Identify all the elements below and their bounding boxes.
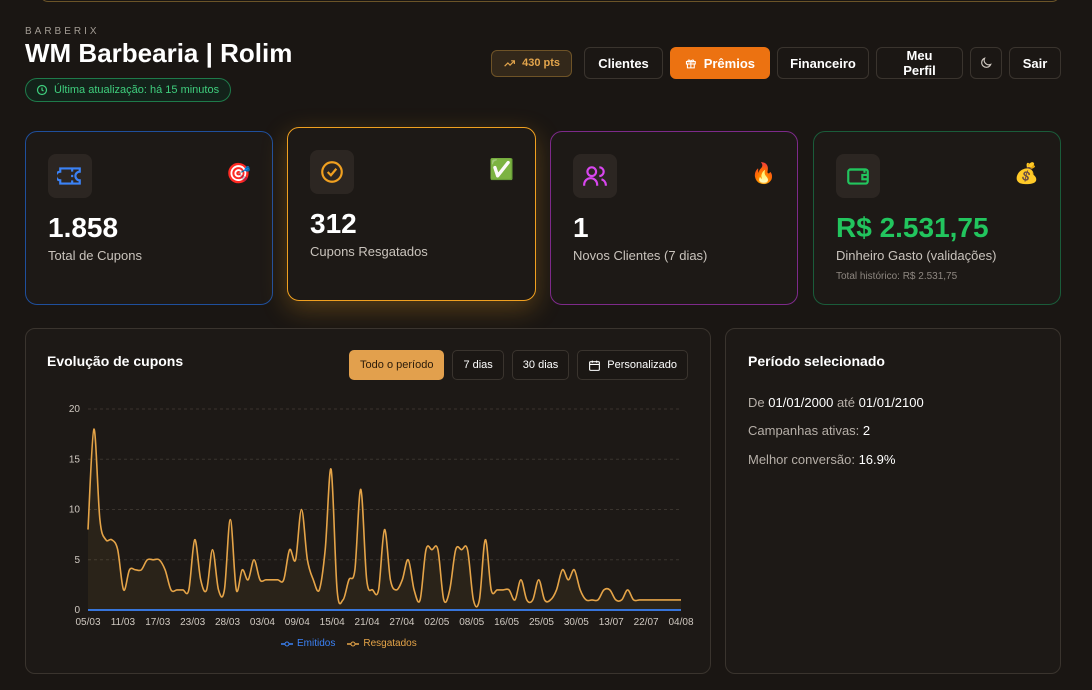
stat-value: 1 <box>573 212 589 243</box>
stat-card-novos-clientes: 🔥 1 Novos Clientes (7 dias) <box>550 131 798 305</box>
legend-line-blue-icon <box>281 641 293 646</box>
y-tick-label: 20 <box>69 404 81 415</box>
x-tick-label: 28/03 <box>215 617 240 628</box>
clientes-button[interactable]: Clientes <box>584 47 663 79</box>
x-tick-label: 08/05 <box>459 617 484 628</box>
stat-label: Novos Clientes (7 dias) <box>573 248 708 263</box>
x-tick-label: 25/05 <box>529 617 554 628</box>
check-emoji-icon: ✅ <box>489 159 514 181</box>
period-title: Período selecionado <box>748 353 885 369</box>
y-tick-label: 0 <box>74 605 80 616</box>
chart-legend: Emitidos Resgatados <box>281 638 417 649</box>
conversao-value: 16.9% <box>858 452 896 467</box>
trending-up-icon <box>504 59 516 67</box>
users-icon <box>573 154 617 198</box>
last-update-badge: Última atualização: há 15 minutos <box>25 78 232 102</box>
clock-icon <box>36 84 48 96</box>
legend-resgatados-label: Resgatados <box>363 638 417 649</box>
check-circle-icon <box>310 150 354 194</box>
x-tick-label: 22/07 <box>634 617 659 628</box>
period-end: 01/01/2100 <box>858 395 924 410</box>
fire-emoji-icon: 🔥 <box>751 163 776 185</box>
moon-icon <box>981 57 992 68</box>
target-emoji-icon: 🎯 <box>226 163 251 185</box>
period-panel: Período selecionado De 01/01/2000 até 01… <box>725 328 1061 674</box>
series-resgatados-area <box>88 429 681 610</box>
y-tick-label: 15 <box>69 454 81 465</box>
stat-label: Dinheiro Gasto (validações) <box>836 248 997 263</box>
y-tick-label: 5 <box>74 555 80 566</box>
money-bag-emoji-icon: 💰 <box>1014 163 1039 185</box>
melhor-conversao: Melhor conversão: 16.9% <box>748 452 895 467</box>
x-tick-label: 13/07 <box>599 617 624 628</box>
campanhas-value: 2 <box>862 423 871 438</box>
gift-icon <box>685 58 696 68</box>
x-tick-label: 17/03 <box>145 617 170 628</box>
evolution-panel: Evolução de cupons Todo o período 7 dias… <box>25 328 711 674</box>
legend-resgatados[interactable]: Resgatados <box>347 638 417 649</box>
stat-value: R$ 2.531,75 <box>836 212 989 243</box>
stat-card-cupons-resgatados: ✅ 312 Cupons Resgatados <box>287 127 536 301</box>
stat-value: 312 <box>310 208 357 239</box>
premios-label: Prêmios <box>703 55 755 71</box>
campanhas-label: Campanhas ativas: <box>748 423 860 438</box>
premios-button[interactable]: Prêmios <box>670 47 770 79</box>
top-accent-line <box>40 0 1060 2</box>
top-nav: 430 pts Clientes Prêmios Financeiro Meu … <box>491 47 1061 79</box>
financeiro-button[interactable]: Financeiro <box>777 47 869 79</box>
y-tick-label: 10 <box>69 505 81 516</box>
theme-toggle-button[interactable] <box>970 47 1002 79</box>
x-tick-label: 27/04 <box>389 617 414 628</box>
x-tick-label: 02/05 <box>424 617 449 628</box>
legend-emitidos[interactable]: Emitidos <box>281 638 335 649</box>
page-title: WM Barbearia | Rolim <box>25 38 293 68</box>
period-range: De 01/01/2000 até 01/01/2100 <box>748 395 924 410</box>
points-label: 430 pts <box>522 57 560 69</box>
stat-card-dinheiro-gasto: 💰 R$ 2.531,75 Dinheiro Gasto (validações… <box>813 131 1061 305</box>
x-tick-label: 04/08 <box>668 617 693 628</box>
x-tick-label: 09/04 <box>285 617 310 628</box>
stat-subtext: Total histórico: R$ 2.531,75 <box>836 271 958 282</box>
x-tick-label: 11/03 <box>111 617 136 628</box>
meu-perfil-button[interactable]: Meu Perfil <box>876 47 963 79</box>
ate-label: até <box>836 395 856 410</box>
legend-line-orange-icon <box>347 641 360 646</box>
brand-label: BARBERIX <box>25 26 100 37</box>
stat-card-total-cupons: 🎯 1.858 Total de Cupons <box>25 131 273 305</box>
points-badge[interactable]: 430 pts <box>491 49 572 77</box>
x-tick-label: 21/04 <box>355 617 380 628</box>
legend-emitidos-label: Emitidos <box>297 638 336 649</box>
stat-label: Cupons Resgatados <box>310 244 428 259</box>
x-tick-label: 16/05 <box>494 617 519 628</box>
ticket-icon <box>48 154 92 198</box>
x-tick-label: 23/03 <box>180 617 205 628</box>
de-label: De <box>748 395 765 410</box>
campanhas-ativas: Campanhas ativas: 2 <box>748 423 870 438</box>
conversao-label: Melhor conversão: <box>748 452 855 467</box>
x-tick-label: 05/03 <box>75 617 100 628</box>
sair-button[interactable]: Sair <box>1009 47 1061 79</box>
evolution-line-chart: 0 5 10 15 20 05/03 11/03 17/03 23/03 28/03 03/04 09… <box>69 404 694 628</box>
x-tick-label: 03/04 <box>250 617 275 628</box>
x-tick-label: 15/04 <box>320 617 345 628</box>
x-tick-label: 30/05 <box>564 617 589 628</box>
wallet-icon <box>836 154 880 198</box>
stat-label: Total de Cupons <box>48 248 142 263</box>
last-update-text: Última atualização: há 15 minutos <box>54 84 220 96</box>
stat-value: 1.858 <box>48 212 119 243</box>
period-start: 01/01/2000 <box>768 395 834 410</box>
